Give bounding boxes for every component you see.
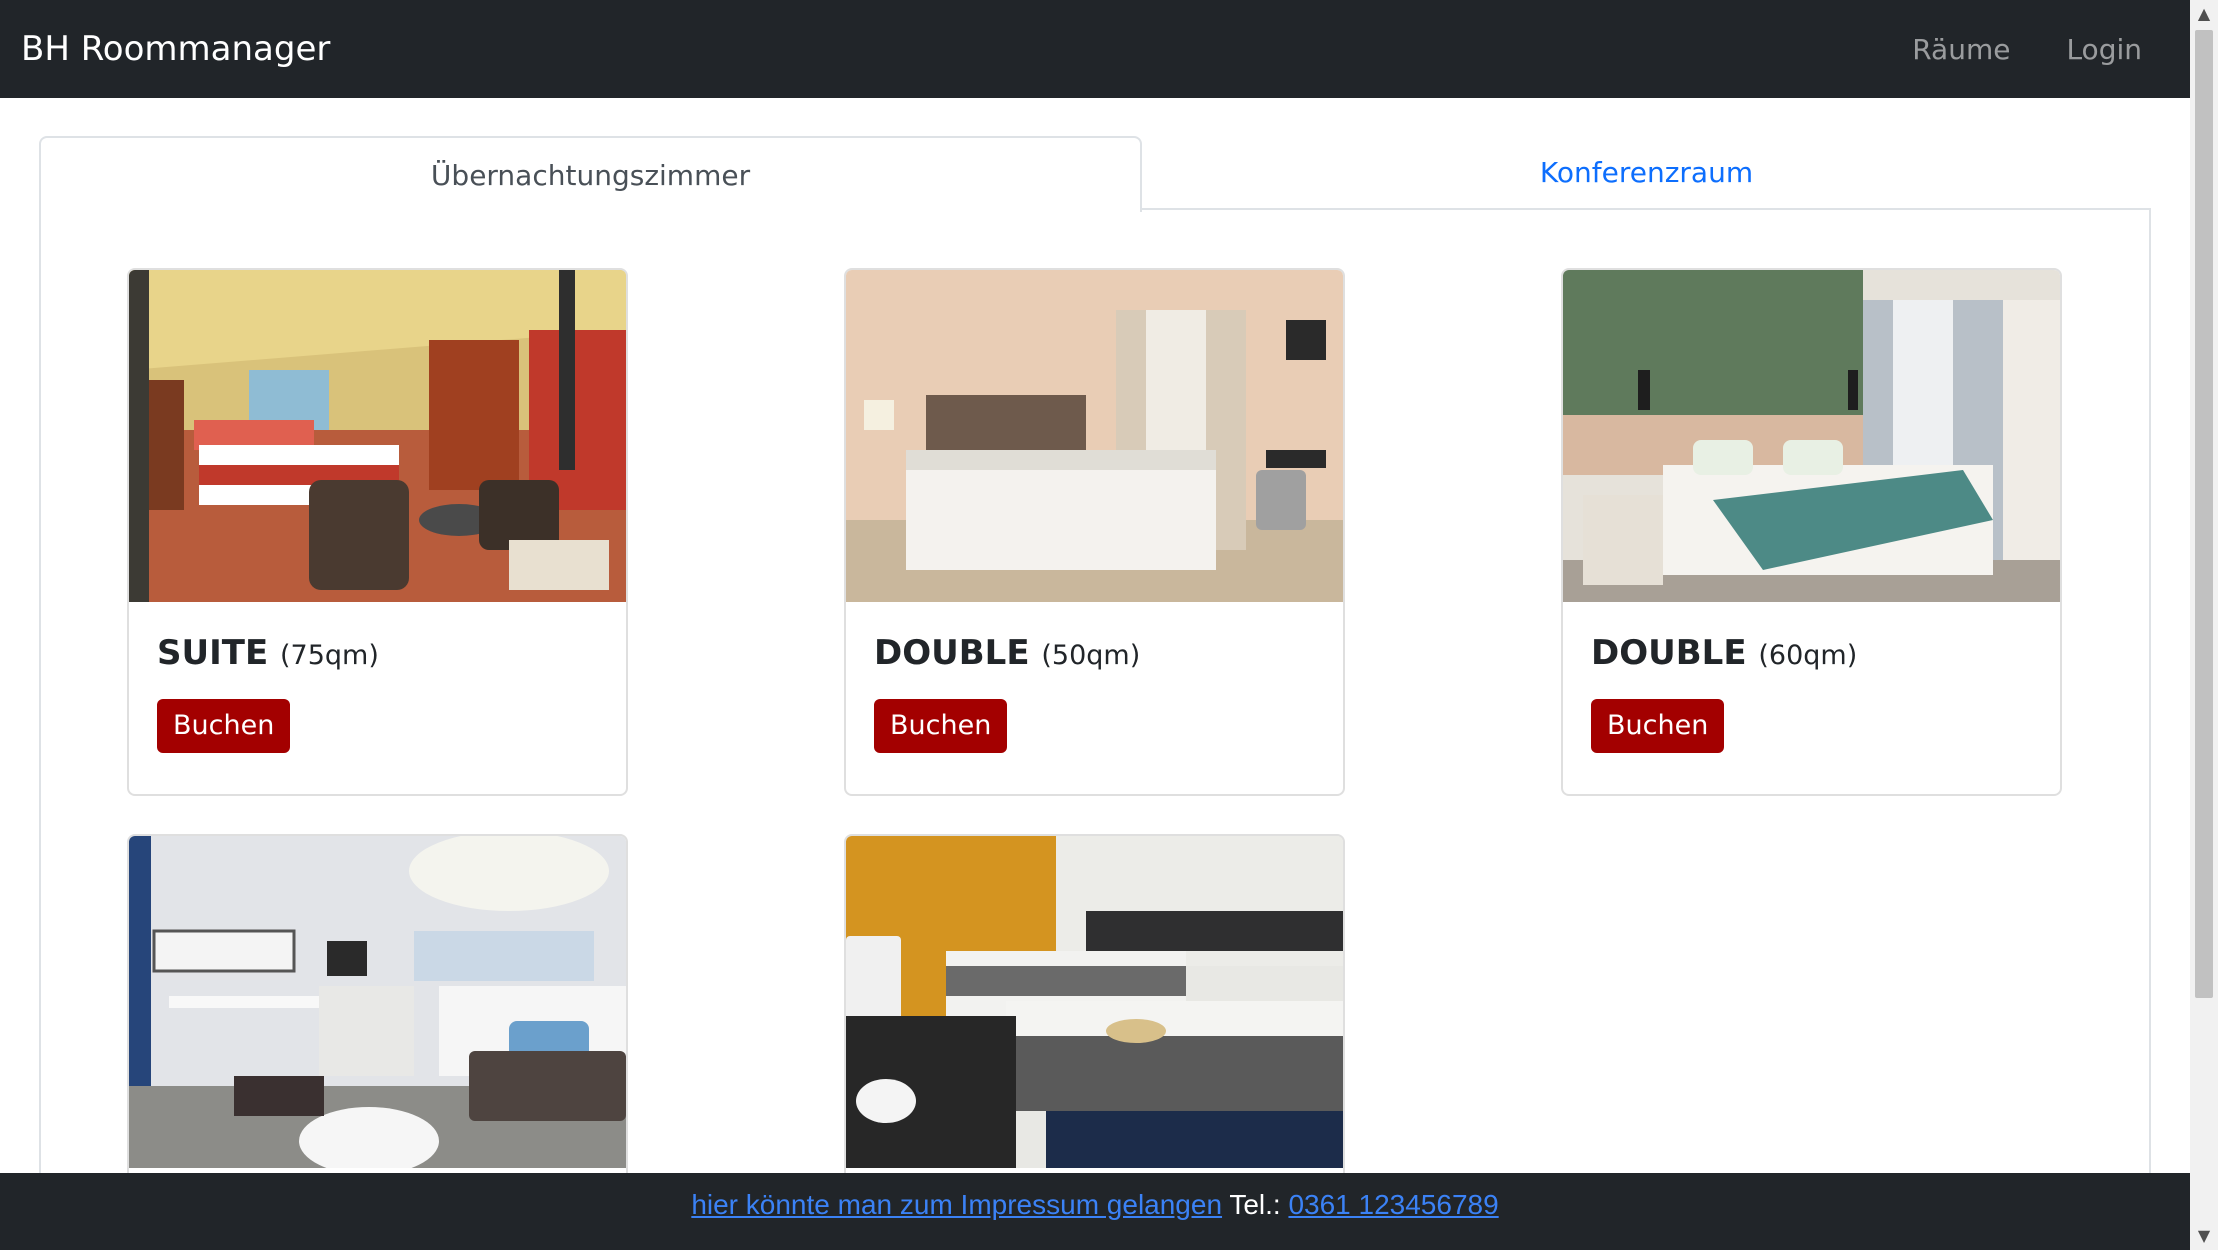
room-photo <box>129 836 626 1168</box>
nav-link-login[interactable]: Login <box>2066 30 2142 70</box>
room-title: DOUBLE (50qm) <box>874 630 1315 679</box>
room-card: DOUBLE (50qm) Buchen <box>844 268 1345 796</box>
card-body: SUITE (75qm) Buchen <box>129 602 626 794</box>
book-button[interactable]: Buchen <box>1591 699 1725 753</box>
card-body: DOUBLE (50qm) Buchen <box>846 602 1343 794</box>
scroll-up-icon[interactable]: ▲ <box>2190 0 2218 28</box>
tab-conference-room[interactable]: Konferenzraum <box>1142 136 2151 210</box>
room-type: DOUBLE <box>874 633 1030 673</box>
suite-room-photo <box>129 270 626 602</box>
room-type: SUITE <box>157 633 269 673</box>
room-size: (75qm) <box>280 640 379 671</box>
room-type: DOUBLE <box>1591 633 1747 673</box>
nav-links: Räume Login <box>1912 30 2142 70</box>
twin-room-photo <box>846 836 1343 1168</box>
nav-link-rooms[interactable]: Räume <box>1912 30 2010 70</box>
book-button[interactable]: Buchen <box>874 699 1008 753</box>
tel-link[interactable]: 0361 123456789 <box>1288 1189 1498 1220</box>
room-card: DOUBLE (60qm) Buchen <box>1561 268 2062 796</box>
page-scrollbar[interactable]: ▲ ▼ <box>2190 0 2218 1250</box>
double-room-photo <box>1563 270 2060 602</box>
top-navbar: BH Roommanager Räume Login <box>0 0 2190 98</box>
scroll-thumb[interactable] <box>2195 30 2213 998</box>
room-card: SUITE (75qm) Buchen <box>127 268 628 796</box>
double-room-photo <box>846 270 1343 602</box>
room-title: DOUBLE (60qm) <box>1591 630 2032 679</box>
room-size: (60qm) <box>1758 640 1858 671</box>
card-body: DOUBLE (60qm) Buchen <box>1563 602 2060 794</box>
tel-label: Tel.: <box>1229 1189 1281 1220</box>
room-tabs: Übernachtungszimmer Konferenzraum <box>39 136 2151 212</box>
footer: hier könnte man zum Impressum gelangen T… <box>0 1173 2190 1250</box>
room-size: (50qm) <box>1041 640 1141 671</box>
brand-logo[interactable]: BH Roommanager <box>21 27 330 71</box>
tab-overnight-rooms[interactable]: Übernachtungszimmer <box>39 136 1142 212</box>
room-title: SUITE (75qm) <box>157 630 598 679</box>
impressum-link[interactable]: hier könnte man zum Impressum gelangen <box>691 1189 1222 1220</box>
book-button[interactable]: Buchen <box>157 699 291 753</box>
scroll-down-icon[interactable]: ▼ <box>2190 1222 2218 1250</box>
